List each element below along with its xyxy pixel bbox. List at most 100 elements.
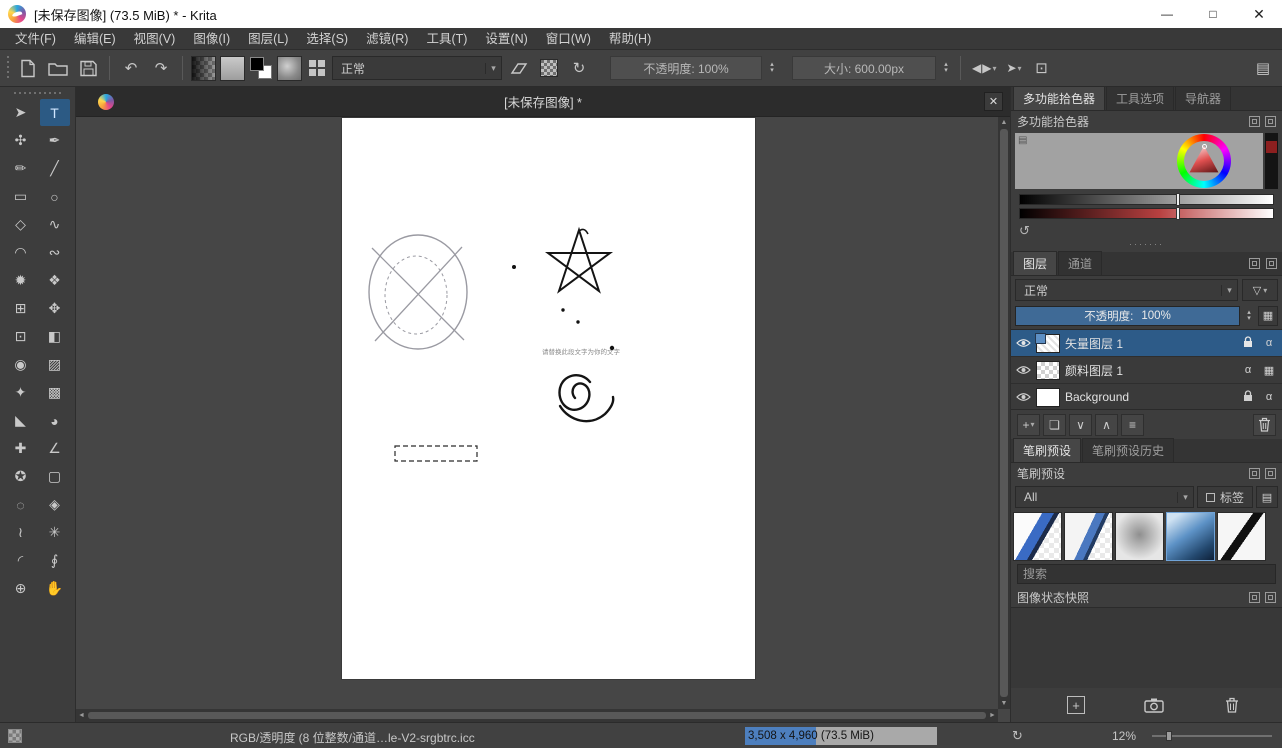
new-document-button[interactable] [15, 55, 41, 81]
brush-preset-thumbnail[interactable] [1217, 512, 1266, 561]
horizontal-scrollbar[interactable]: ◄ ► [76, 709, 998, 722]
brush-preset-thumbnail[interactable] [1013, 512, 1062, 561]
tool-fill[interactable]: ◣ [6, 407, 36, 434]
menu-view[interactable]: 视图(V) [125, 28, 185, 50]
tool-bezier-curve[interactable]: ◠ [6, 239, 36, 266]
visibility-eye-icon[interactable] [1016, 392, 1031, 402]
close-dock-icon[interactable] [1265, 592, 1276, 603]
tool-rect-select[interactable]: ▢ [40, 463, 70, 490]
close-button[interactable]: ✕ [1236, 0, 1282, 28]
status-swatch-icon[interactable] [8, 729, 22, 743]
menu-select[interactable]: 选择(S) [297, 28, 357, 50]
maximize-button[interactable]: □ [1190, 0, 1236, 28]
tool-gradient[interactable]: ◧ [40, 323, 70, 350]
delete-snapshot-button[interactable] [1219, 693, 1245, 717]
zoom-slider[interactable] [1152, 735, 1272, 737]
menu-filter[interactable]: 滤镜(R) [357, 28, 417, 50]
alpha-lock-icon[interactable]: α [1261, 391, 1277, 403]
tool-polygon-select[interactable]: ◈ [40, 491, 70, 518]
close-dock-icon[interactable] [1265, 116, 1276, 127]
preserve-alpha-button[interactable] [536, 55, 562, 81]
scroll-right-icon[interactable]: ► [987, 712, 998, 719]
open-document-button[interactable] [45, 55, 71, 81]
layer-lock-icon[interactable] [1240, 390, 1256, 405]
blending-mode-dropdown[interactable]: 正常 ▾ [332, 56, 502, 80]
workspace-chooser-icon[interactable] [306, 57, 328, 79]
value-slider-handle[interactable] [1177, 194, 1179, 205]
float-dock-icon[interactable] [1249, 592, 1260, 603]
horizontal-scrollbar-thumb[interactable] [88, 712, 986, 719]
document-close-button[interactable]: ✕ [984, 92, 1003, 111]
tool-text[interactable]: T [40, 99, 70, 126]
menu-edit[interactable]: 编辑(E) [65, 28, 125, 50]
toolbar-options-button[interactable]: ▤ [1250, 55, 1276, 81]
last-colors-strip[interactable] [1265, 133, 1278, 189]
color-selector-box[interactable]: ▤ [1015, 133, 1263, 189]
value-slider-bar[interactable] [1019, 194, 1274, 205]
tool-move[interactable]: ✥ [40, 295, 70, 322]
duplicate-layer-button[interactable]: ❏ [1043, 414, 1066, 436]
tool-select-shapes[interactable]: ➤ [6, 99, 36, 126]
tool-dynamic-brush[interactable]: ✹ [6, 267, 36, 294]
tool-enclose-fill[interactable]: ◕ [40, 407, 70, 434]
zoom-slider-handle[interactable] [1166, 731, 1172, 741]
float-dock-icon[interactable] [1249, 258, 1260, 269]
menu-tools[interactable]: 工具(T) [417, 28, 476, 50]
tool-reference-images[interactable]: ✪ [6, 463, 36, 490]
scroll-down-icon[interactable]: ▼ [1001, 698, 1008, 709]
menu-settings[interactable]: 设置(N) [476, 28, 536, 50]
menu-layer[interactable]: 图层(L) [239, 28, 297, 50]
foreground-background-color-chip[interactable] [249, 56, 273, 80]
menu-help[interactable]: 帮助(H) [600, 28, 660, 50]
tool-pan[interactable]: ✋ [40, 575, 70, 602]
alpha-lock-icon[interactable]: α [1261, 337, 1277, 349]
brush-preset-thumbnail[interactable] [1115, 512, 1164, 561]
take-snapshot-button[interactable] [1141, 693, 1167, 717]
gradient-chooser-swatch[interactable] [191, 56, 216, 81]
tab-navigator[interactable]: 导航器 [1175, 86, 1231, 110]
brush-size-spinner[interactable]: ▴▾ [940, 62, 952, 74]
close-dock-icon[interactable] [1266, 258, 1277, 269]
tab-brush-preset-history[interactable]: 笔刷预设历史 [1082, 438, 1174, 462]
preset-tag-filter-dropdown[interactable]: All ▾ [1015, 486, 1194, 508]
opacity-spinner[interactable]: ▴▾ [766, 62, 778, 74]
tool-rectangle[interactable]: ▭ [6, 183, 36, 210]
tool-calligraphy[interactable]: ✒ [40, 127, 70, 154]
selector-settings-icon[interactable]: ▤ [1018, 135, 1027, 146]
move-layer-up-button[interactable]: ∧ [1095, 414, 1118, 436]
tab-advanced-color-selector[interactable]: 多功能拾色器 [1013, 86, 1105, 110]
sync-icon[interactable]: ↻ [1012, 728, 1023, 744]
color-slider-bar[interactable] [1019, 208, 1274, 219]
tool-bezier-select[interactable]: ◜ [6, 547, 36, 574]
canvas-viewport[interactable]: 请替换此段文字为你的文字 [76, 117, 998, 709]
move-layer-down-button[interactable]: ∨ [1069, 414, 1092, 436]
tool-freehand-path[interactable]: ∾ [40, 239, 70, 266]
tool-assistants[interactable]: ✚ [6, 435, 36, 462]
visibility-eye-icon[interactable] [1016, 365, 1031, 375]
tab-channels[interactable]: 通道 [1058, 251, 1102, 275]
preset-search-input[interactable] [1017, 564, 1276, 584]
canvas-page[interactable]: 请替换此段文字为你的文字 [342, 118, 755, 679]
brush-preset-thumbnail[interactable] [1064, 512, 1113, 561]
tool-zoom[interactable]: ⊕ [6, 575, 36, 602]
scroll-left-icon[interactable]: ◄ [76, 712, 87, 719]
minimize-button[interactable]: — [1144, 0, 1190, 28]
save-button[interactable] [75, 55, 101, 81]
tool-smart-patch[interactable]: ▩ [40, 379, 70, 406]
undo-button[interactable]: ↶ [118, 55, 144, 81]
vertical-scrollbar[interactable]: ▲ ▼ [998, 117, 1010, 709]
tag-button[interactable]: 标签 [1197, 486, 1253, 508]
menu-file[interactable]: 文件(F) [6, 28, 65, 50]
opacity-slider[interactable]: 不透明度: 100% [610, 56, 762, 80]
snapshot-list-area[interactable] [1011, 607, 1282, 688]
toolbox-grip[interactable] [14, 89, 61, 97]
color-slider-handle[interactable] [1177, 208, 1179, 219]
add-layer-button[interactable]: +▾ [1017, 414, 1040, 436]
tool-measure[interactable]: ∠ [40, 435, 70, 462]
tab-tool-options[interactable]: 工具选项 [1106, 86, 1174, 110]
recent-color-swatch[interactable] [1266, 141, 1277, 153]
refresh-icon[interactable]: ↺ [1019, 223, 1030, 239]
float-dock-icon[interactable] [1249, 116, 1260, 127]
tool-polygon[interactable]: ◇ [6, 211, 36, 238]
layer-lock-icon[interactable] [1240, 336, 1256, 351]
